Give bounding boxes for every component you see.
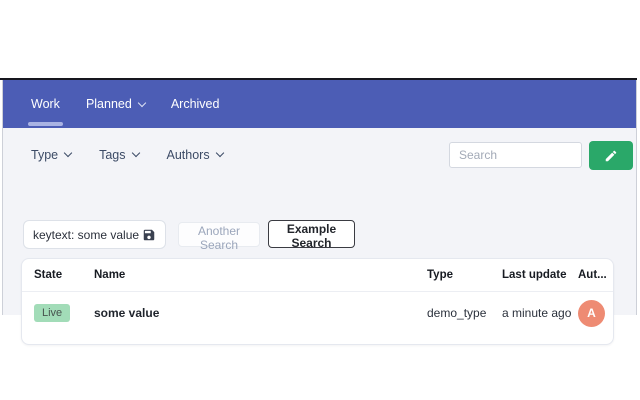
- filter-type[interactable]: Type: [31, 148, 73, 162]
- cell-author: A: [578, 299, 613, 327]
- filter-row: Type Tags Authors: [31, 142, 224, 168]
- keytext-search-chip[interactable]: keytext: some value: [23, 220, 166, 249]
- app-window: Work Planned Archived Type Tags Authors: [2, 80, 637, 345]
- tab-work[interactable]: Work: [28, 80, 63, 128]
- tab-planned-label: Planned: [85, 97, 132, 111]
- table-row[interactable]: Live some value demo_type a minute ago A: [22, 292, 613, 334]
- table-header-row: State Name Type Last update Aut...: [22, 259, 613, 292]
- filter-authors[interactable]: Authors: [166, 148, 224, 162]
- tab-planned[interactable]: Planned: [85, 80, 147, 128]
- column-header-last-update: Last update: [502, 269, 567, 281]
- cell-last-update: a minute ago: [502, 306, 572, 320]
- avatar[interactable]: A: [578, 299, 605, 327]
- column-header-name: Name: [94, 269, 126, 281]
- content-area: Type Tags Authors keytext: some valu: [3, 128, 636, 345]
- column-header-state: State: [34, 269, 63, 281]
- status-badge: Live: [34, 304, 71, 322]
- column-header-authors: Aut...: [578, 269, 607, 281]
- filter-type-label: Type: [31, 148, 59, 162]
- filter-authors-label: Authors: [166, 148, 210, 162]
- example-search-button[interactable]: Example Search: [268, 220, 355, 250]
- save-icon[interactable]: [142, 228, 156, 242]
- chevron-down-icon: [137, 98, 147, 107]
- another-search-button[interactable]: Another Search: [178, 222, 260, 252]
- keytext-search-value: keytext: some value: [33, 227, 140, 242]
- chevron-down-icon: [215, 148, 224, 158]
- tab-archived-label: Archived: [170, 97, 220, 111]
- chevron-down-icon: [131, 148, 140, 158]
- pencil-icon: [604, 149, 618, 163]
- results-table: State Name Type Last update Aut... Live …: [21, 258, 614, 345]
- cell-type: demo_type: [427, 306, 487, 320]
- filter-tags-label: Tags: [99, 148, 126, 162]
- column-header-type: Type: [427, 269, 453, 281]
- tab-archived[interactable]: Archived: [171, 80, 220, 128]
- filter-tags[interactable]: Tags: [99, 148, 140, 162]
- cell-name[interactable]: some value: [94, 306, 427, 320]
- chevron-down-icon: [63, 148, 73, 158]
- tab-work-label: Work: [31, 97, 60, 111]
- cell-state: Live: [34, 304, 94, 322]
- edit-button[interactable]: [589, 141, 633, 170]
- nav-bar: Work Planned Archived: [3, 80, 636, 128]
- search-input[interactable]: [449, 142, 582, 168]
